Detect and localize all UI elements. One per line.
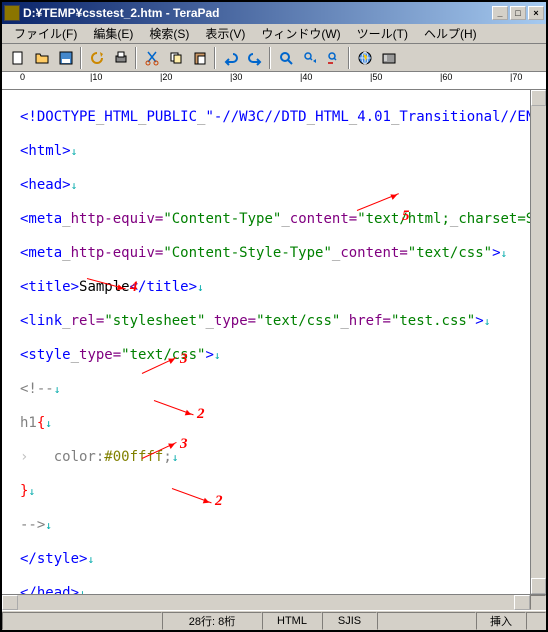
annotation-4: 4 (130, 279, 138, 296)
menu-search[interactable]: 検索(S) (141, 23, 197, 44)
cut-icon[interactable] (140, 47, 163, 69)
find-icon[interactable] (274, 47, 297, 69)
ruler: 0 |10 |20 |30 |40 |50 |60 |70 (2, 72, 546, 90)
status-blank (2, 612, 162, 630)
app-icon (4, 5, 20, 21)
print-icon[interactable] (109, 47, 132, 69)
new-file-icon[interactable] (6, 47, 29, 69)
settings-icon[interactable] (377, 47, 400, 69)
undo-icon[interactable] (219, 47, 242, 69)
scroll-right-icon[interactable] (514, 595, 530, 610)
menu-window[interactable]: ウィンドウ(W) (253, 23, 348, 44)
statusbar: 28行: 8桁 HTML SJIS 挿入 (2, 610, 546, 630)
menu-view[interactable]: 表示(V) (197, 23, 253, 44)
redo-icon[interactable] (243, 47, 266, 69)
scroll-left-icon[interactable] (2, 595, 18, 610)
scroll-track[interactable] (18, 595, 514, 610)
status-mode: HTML (262, 612, 322, 630)
code-editor[interactable]: <!DOCTYPE_HTML_PUBLIC_"-//W3C//DTD_HTML_… (2, 90, 530, 594)
titlebar: D:¥TEMP¥csstest_2.htm - TeraPad _ □ × (2, 2, 546, 24)
toolbar-separator (135, 47, 137, 69)
browser-icon[interactable] (353, 47, 376, 69)
annotation-3: 3 (180, 436, 188, 453)
scroll-track[interactable] (531, 106, 546, 578)
replace-icon[interactable] (322, 47, 345, 69)
annotation-5: 5 (402, 208, 410, 225)
menubar: ファイル(F) 編集(E) 検索(S) 表示(V) ウィンドウ(W) ツール(T… (2, 24, 546, 44)
scroll-up-icon[interactable] (531, 90, 546, 106)
menu-edit[interactable]: 編集(E) (85, 23, 141, 44)
copy-icon[interactable] (164, 47, 187, 69)
window-title: D:¥TEMP¥csstest_2.htm - TeraPad (23, 6, 492, 20)
reload-icon[interactable] (85, 47, 108, 69)
status-position: 28行: 8桁 (162, 612, 262, 630)
toolbar-separator (80, 47, 82, 69)
annotation-2: 2 (197, 406, 205, 423)
close-button[interactable]: × (528, 6, 544, 20)
toolbar-separator (269, 47, 271, 69)
horizontal-scrollbar[interactable] (2, 594, 546, 610)
vertical-scrollbar[interactable] (530, 90, 546, 594)
find-next-icon[interactable] (298, 47, 321, 69)
annotation-2: 2 (215, 493, 223, 510)
status-insert: 挿入 (476, 612, 526, 630)
annotation-arrow (154, 400, 194, 415)
status-encoding: SJIS (322, 612, 377, 630)
open-file-icon[interactable] (30, 47, 53, 69)
status-grip (526, 612, 546, 630)
menu-file[interactable]: ファイル(F) (6, 23, 85, 44)
annotation-arrow (357, 193, 399, 211)
toolbar (2, 44, 546, 72)
app-window: D:¥TEMP¥csstest_2.htm - TeraPad _ □ × ファ… (0, 0, 548, 632)
scroll-down-icon[interactable] (531, 578, 546, 594)
save-icon[interactable] (54, 47, 77, 69)
status-blank (377, 612, 476, 630)
minimize-button[interactable]: _ (492, 6, 508, 20)
menu-tool[interactable]: ツール(T) (349, 23, 416, 44)
menu-help[interactable]: ヘルプ(H) (416, 23, 485, 44)
toolbar-separator (214, 47, 216, 69)
toolbar-separator (348, 47, 350, 69)
maximize-button[interactable]: □ (510, 6, 526, 20)
scrollbar-corner (530, 595, 546, 610)
editor-container: <!DOCTYPE_HTML_PUBLIC_"-//W3C//DTD_HTML_… (2, 90, 546, 594)
annotation-3: 3 (180, 351, 188, 368)
paste-icon[interactable] (188, 47, 211, 69)
